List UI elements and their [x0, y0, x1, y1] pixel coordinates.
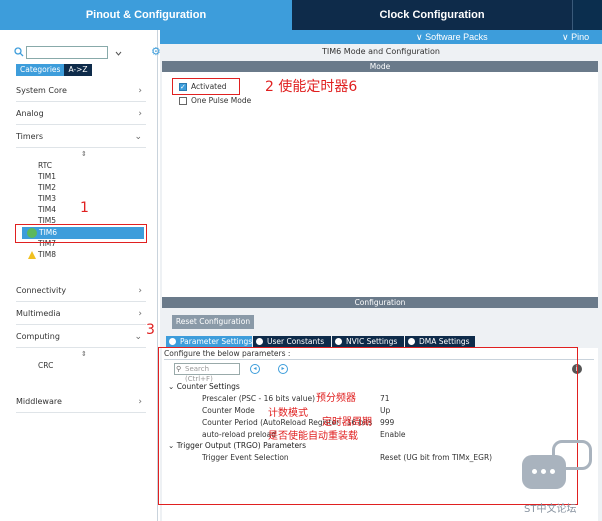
group-computing[interactable]: Computing ⌄: [16, 326, 146, 348]
timer-item-rtc[interactable]: RTC: [38, 160, 52, 171]
chevron-right-icon: ›: [138, 286, 142, 296]
group-analog[interactable]: Analog ›: [16, 103, 146, 125]
annotation-label-2: 2 使能定时器6: [265, 79, 358, 95]
annotation-label-1: 1: [80, 200, 89, 216]
group-label: Middleware: [16, 397, 62, 406]
tab-label: DMA Settings: [419, 337, 470, 346]
reset-configuration-button[interactable]: Reset Configuration: [172, 315, 254, 329]
tab-separator: [572, 0, 573, 30]
check-circle-icon: [169, 338, 176, 345]
mode-body: Activated One Pulse Mode: [162, 72, 598, 298]
timer-item-tim3[interactable]: TIM3: [38, 193, 56, 204]
mode-header: Mode: [162, 61, 598, 72]
group-connectivity[interactable]: Connectivity ›: [16, 280, 146, 302]
check-circle-icon: [408, 338, 415, 345]
tab-pinout-configuration[interactable]: Pinout & Configuration: [0, 0, 292, 30]
category-search-row: ⚙: [10, 46, 161, 60]
group-middleware[interactable]: Middleware ›: [16, 391, 146, 413]
configuration-header: Configuration: [162, 297, 598, 308]
warning-icon: [28, 251, 36, 259]
category-search-input[interactable]: [26, 46, 122, 59]
forum-watermark: ST中文论坛: [524, 504, 577, 515]
left-panel: ⚙ Categories A->Z System Core › Analog ›…: [0, 30, 161, 521]
timer-item-tim4[interactable]: TIM4: [38, 204, 56, 215]
timer-item-tim2[interactable]: TIM2: [38, 182, 56, 193]
group-label: System Core: [16, 86, 67, 95]
computing-item-crc[interactable]: CRC: [38, 360, 53, 371]
annotation-prescaler: 预分频器: [316, 393, 356, 404]
annotation-period: 定时器周期: [322, 417, 372, 428]
annotation-label-3: 3: [146, 322, 155, 338]
tab-categories[interactable]: Categories: [16, 64, 65, 76]
sort-icon[interactable]: ⇕: [81, 150, 87, 158]
top-tab-bar: Pinout & Configuration Clock Configurati…: [0, 0, 602, 30]
chevron-right-icon: ›: [138, 397, 142, 407]
group-multimedia[interactable]: Multimedia ›: [16, 303, 146, 325]
chevron-down-icon[interactable]: [115, 50, 122, 57]
tab-label: Parameter Settings: [180, 337, 253, 346]
check-circle-icon: [256, 338, 263, 345]
search-icon: [14, 47, 24, 57]
group-label: Multimedia: [16, 309, 61, 318]
one-pulse-checkbox[interactable]: [179, 97, 187, 105]
one-pulse-label: One Pulse Mode: [191, 96, 252, 105]
timer-item-tim8[interactable]: TIM8: [38, 249, 56, 260]
tab-clock-configuration[interactable]: Clock Configuration: [292, 0, 572, 30]
mode-panel-title: TIM6 Mode and Configuration: [322, 47, 440, 56]
tab-label: User Constants: [267, 337, 325, 346]
annotation-preload: 是否使能自动重装载: [268, 431, 358, 442]
chevron-down-icon: ⌄: [134, 332, 142, 342]
check-circle-icon: [335, 338, 342, 345]
software-packs-menu[interactable]: ∨ Software Packs: [416, 30, 488, 44]
group-label: Timers: [16, 132, 44, 141]
group-label: Analog: [16, 109, 44, 118]
chevron-right-icon: ›: [138, 86, 142, 96]
group-label: Computing: [16, 332, 60, 341]
secondary-bar: ∨ Software Packs ∨ Pino: [160, 30, 602, 44]
annotation-box-activated: [172, 78, 240, 95]
tab-a-to-z[interactable]: A->Z: [64, 64, 92, 76]
tab-label: NVIC Settings: [346, 337, 398, 346]
chevron-right-icon: ›: [138, 309, 142, 319]
sort-icon[interactable]: ⇕: [81, 350, 87, 358]
pinout-menu[interactable]: ∨ Pino: [562, 30, 589, 44]
group-system-core[interactable]: System Core ›: [16, 80, 146, 102]
chevron-right-icon: ›: [138, 109, 142, 119]
annotation-counter-mode: 计数模式: [268, 408, 308, 419]
group-timers[interactable]: Timers ⌄: [16, 126, 146, 148]
group-label: Connectivity: [16, 286, 67, 295]
chevron-down-icon: ⌄: [134, 132, 142, 142]
timer-item-tim1[interactable]: TIM1: [38, 171, 56, 182]
annotation-box-tim6: [15, 224, 147, 243]
category-tabs: Categories A->Z: [16, 64, 92, 76]
forum-logo-bubble: [522, 455, 566, 489]
